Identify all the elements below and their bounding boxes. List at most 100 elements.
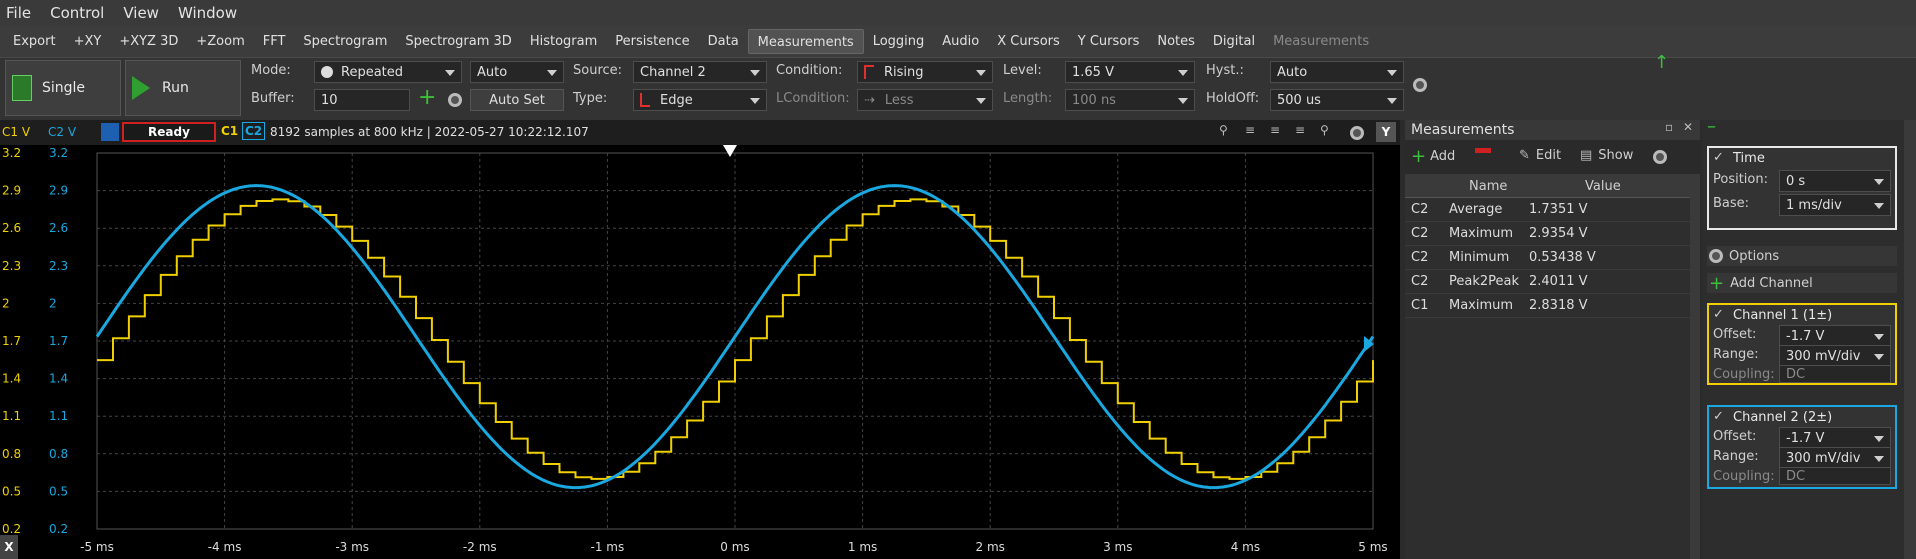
menu-view[interactable]: View <box>123 4 159 22</box>
level-input[interactable]: 1.65 V <box>1065 61 1195 83</box>
ch1-offset-input[interactable]: -1.7 V <box>1779 325 1891 347</box>
rising-edge-icon <box>864 65 874 79</box>
holdoff-input[interactable]: 500 us <box>1270 89 1404 111</box>
menu-control[interactable]: Control <box>50 4 104 22</box>
auto-select[interactable]: Auto <box>470 61 564 83</box>
condition-select[interactable]: Rising <box>857 61 993 83</box>
auto-set-button[interactable]: Auto Set <box>470 89 564 111</box>
close-icon[interactable]: ✕ <box>1683 120 1693 134</box>
measurement-row[interactable]: C2 Minimum 0.53438 V <box>1405 246 1690 270</box>
c2-toggle[interactable]: C2 <box>242 122 266 140</box>
collapse-left-icon[interactable] <box>101 123 119 141</box>
search-icon[interactable]: ⚲ <box>1320 123 1329 137</box>
buffer-input[interactable]: 10 <box>314 89 410 111</box>
zoom-x-icon[interactable]: ≡ <box>1245 123 1255 137</box>
tab-audio[interactable]: Audio <box>933 29 988 54</box>
close-x-button[interactable]: X <box>0 535 18 559</box>
zoom-icon[interactable]: ⚲ <box>1219 123 1228 137</box>
tab-fft[interactable]: FFT <box>254 29 295 54</box>
menu-window[interactable]: Window <box>178 4 237 22</box>
tab-notes[interactable]: Notes <box>1148 29 1204 54</box>
ch2-range-input[interactable]: 300 mV/div <box>1779 447 1891 469</box>
source-select[interactable]: Channel 2 <box>633 61 767 83</box>
y-tick-c1: 2.3 <box>2 259 21 273</box>
arrow-up-icon[interactable]: ↑ <box>1654 52 1669 73</box>
length-input[interactable]: 100 ns <box>1065 89 1195 111</box>
measurement-row[interactable]: C2 Average 1.7351 V <box>1405 198 1690 222</box>
tab-measurements-disabled: Measurements <box>1273 33 1370 49</box>
tab-spectrogram[interactable]: Spectrogram <box>294 29 396 54</box>
tab-zoom[interactable]: +Zoom <box>187 29 253 54</box>
x-ticks: -5 ms -4 ms -3 ms -2 ms -1 ms 0 ms 1 ms 2 ms 3 m… <box>80 540 1388 554</box>
add-channel-button[interactable]: + Add Channel <box>1707 272 1897 294</box>
row-value: 2.9354 V <box>1529 226 1588 241</box>
tab-xyz3d[interactable]: +XYZ 3D <box>110 29 187 54</box>
menu-file[interactable]: File <box>6 4 31 22</box>
run-button[interactable]: Run <box>125 60 241 116</box>
ch2-offset-input[interactable]: -1.7 V <box>1779 427 1891 449</box>
ch2-checkbox[interactable]: ✓ <box>1713 409 1724 424</box>
float-icon[interactable]: ▫ <box>1665 120 1673 134</box>
plus-icon: + <box>1709 272 1725 294</box>
ch1-coupling-select[interactable]: DC <box>1779 365 1891 383</box>
plot-grid <box>96 152 1374 530</box>
tab-xcursors[interactable]: X Cursors <box>988 29 1069 54</box>
type-select[interactable]: Edge <box>633 89 767 111</box>
remove-icon[interactable] <box>1475 148 1491 153</box>
time-checkbox[interactable]: ✓ <box>1713 150 1724 165</box>
tab-measurements[interactable]: Measurements <box>747 28 864 54</box>
tab-ycursors[interactable]: Y Cursors <box>1069 29 1149 54</box>
ch1-range-label: Range: <box>1713 347 1759 362</box>
lcondition-select[interactable]: ⇢ Less <box>857 89 993 111</box>
position-label: Position: <box>1713 172 1768 187</box>
ch1-checkbox[interactable]: ✓ <box>1713 307 1724 322</box>
y-tick-c2: 2.9 <box>49 184 68 198</box>
channel1-group: ✓ Channel 1 (1±) Offset: -1.7 V Range: 3… <box>1707 303 1897 385</box>
position-input[interactable]: 0 s <box>1779 170 1891 192</box>
single-button[interactable]: Single <box>5 60 121 116</box>
tab-digital[interactable]: Digital <box>1204 29 1264 54</box>
add-icon[interactable]: + <box>418 85 436 110</box>
base-input[interactable]: 1 ms/div <box>1779 194 1891 216</box>
measurements-add-button[interactable]: + Add <box>1411 146 1455 167</box>
measurements-show-button[interactable]: ▤ Show <box>1580 148 1633 163</box>
x-tick: -3 ms <box>335 540 369 554</box>
edit-icon: ✎ <box>1519 148 1530 163</box>
row-value: 2.4011 V <box>1529 274 1588 289</box>
edge-icon <box>640 93 650 107</box>
tab-spectrogram3d[interactable]: Spectrogram 3D <box>396 29 520 54</box>
gear-icon[interactable] <box>1350 126 1364 140</box>
tab-data[interactable]: Data <box>699 29 748 54</box>
ch1-range-input[interactable]: 300 mV/div <box>1779 345 1891 367</box>
measurement-row[interactable]: C2 Peak2Peak 2.4011 V <box>1405 270 1690 294</box>
x-tick: -1 ms <box>591 540 625 554</box>
measurement-row[interactable]: C2 Maximum 2.9354 V <box>1405 222 1690 246</box>
c1-toggle[interactable]: C1 <box>221 124 238 138</box>
measurement-row[interactable]: C1 Maximum 2.8318 V <box>1405 294 1690 318</box>
tab-histogram[interactable]: Histogram <box>521 29 606 54</box>
tab-export[interactable]: Export <box>4 29 65 54</box>
plot-status-bar: C1 V C2 V Ready C1 C2 8192 samples at 80… <box>0 120 1400 145</box>
tab-logging[interactable]: Logging <box>864 29 934 54</box>
mode-select[interactable]: Repeated <box>314 61 462 83</box>
zoom-y-icon[interactable]: ≡ <box>1270 123 1280 137</box>
tab-xy[interactable]: +XY <box>65 29 111 54</box>
options-header[interactable]: Options <box>1707 246 1897 266</box>
measurements-edit-button[interactable]: ✎ Edit <box>1519 148 1561 163</box>
fit-icon[interactable]: ≡ <box>1295 123 1305 137</box>
tab-persistence[interactable]: Persistence <box>606 29 698 54</box>
measurements-scrollbar[interactable] <box>1690 174 1700 559</box>
minus-icon[interactable]: – <box>1707 116 1716 137</box>
settings-scrollbar[interactable] <box>1904 120 1916 559</box>
gear-icon[interactable] <box>448 93 462 107</box>
hyst-select[interactable]: Auto <box>1270 61 1404 83</box>
gear-icon[interactable] <box>1653 150 1667 164</box>
time-group: ✓ Time Position: 0 s Base: 1 ms/div <box>1707 146 1897 230</box>
base-label: Base: <box>1713 196 1750 211</box>
source-label: Source: <box>573 63 623 78</box>
ch2-coupling-select[interactable]: DC <box>1779 467 1891 485</box>
y-tick-c2: 1.7 <box>49 334 68 348</box>
y-axis-button[interactable]: Y <box>1376 122 1396 142</box>
gear-icon[interactable] <box>1413 78 1427 92</box>
ch1-coupling-label: Coupling: <box>1713 367 1775 382</box>
